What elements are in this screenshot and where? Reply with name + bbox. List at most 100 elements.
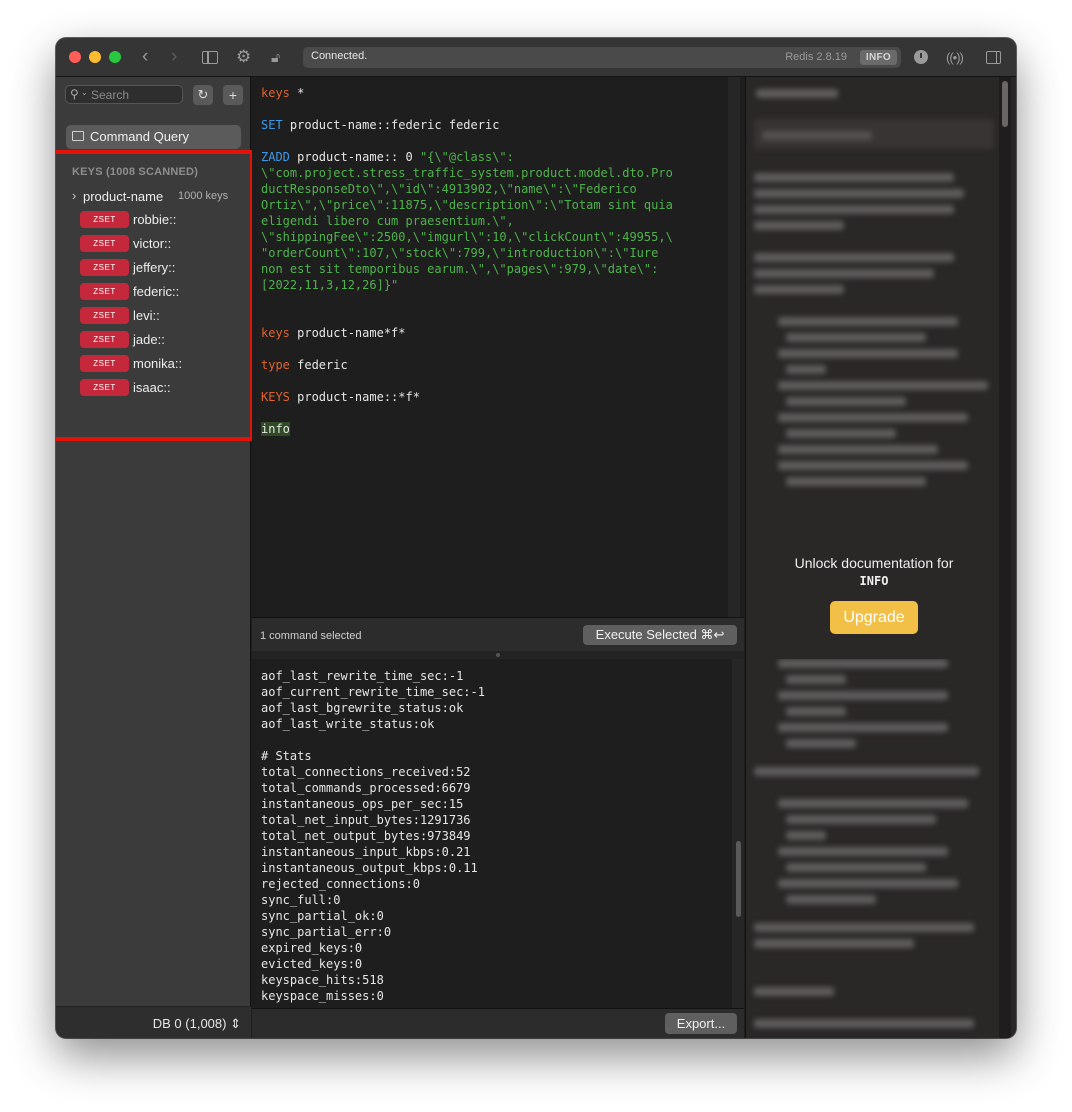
output-line: aof_last_rewrite_time_sec:-1 (261, 669, 464, 683)
add-key-button[interactable]: + (223, 85, 243, 105)
close-window-button[interactable] (69, 51, 81, 63)
key-type-badge: ZSET (80, 259, 129, 276)
command-query-label: Command Query (90, 129, 189, 144)
json-string-line: \"com.project.stress_traffic_system.prod… (261, 166, 673, 180)
output-scroll-thumb[interactable] (736, 841, 741, 917)
output-line: instantaneous_input_kbps:0.21 (261, 845, 471, 859)
key-item[interactable]: ZSET monika:: (80, 355, 240, 373)
docs-scroll-thumb[interactable] (1002, 81, 1008, 127)
key-type-badge: ZSET (80, 307, 129, 324)
results-output[interactable]: aof_last_rewrite_time_sec:-1 aof_current… (252, 659, 732, 1008)
key-name: levi:: (133, 308, 160, 323)
upgrade-prompt: Unlock documentation for INFO Upgrade (760, 539, 988, 659)
minimize-window-button[interactable] (89, 51, 101, 63)
editor-line[interactable]: keys product-name*f* (261, 325, 721, 341)
gear-icon[interactable]: ⚙ (236, 47, 251, 67)
output-line: rejected_connections:0 (261, 877, 420, 891)
json-string-line: eligendi libero cum praesentium.\", (261, 214, 514, 228)
documentation-panel: Unlock documentation for INFO Upgrade (745, 77, 1016, 1038)
chevron-right-icon[interactable]: › (171, 47, 177, 67)
folder-name: product-name (83, 189, 164, 204)
keys-header: KEYS (1008 SCANNED) (72, 166, 199, 178)
command-editor[interactable]: keys * SET product-name::federic federic… (252, 77, 740, 617)
search-box[interactable]: ⚲ ⌄ (65, 85, 183, 104)
json-string-line: [2022,11,3,12,26]}" (261, 278, 399, 292)
command-args: product-name:: 0 (289, 150, 420, 164)
editor-line-selected[interactable]: info (261, 421, 721, 437)
command-args: federic (289, 358, 348, 372)
key-type-badge: ZSET (80, 331, 129, 348)
database-selector[interactable]: DB 0 (1,008) ⇕ (153, 1016, 241, 1032)
key-name: robbie:: (133, 212, 177, 227)
key-item[interactable]: ZSET jade:: (80, 331, 240, 349)
upgrade-prompt-command: INFO (859, 574, 889, 588)
drag-handle[interactable] (496, 653, 500, 657)
split-divider[interactable] (252, 651, 744, 659)
execute-selected-button[interactable]: Execute Selected ⌘↩ (583, 625, 737, 645)
upgrade-button[interactable]: Upgrade (830, 601, 918, 634)
output-line: total_connections_received:52 (261, 765, 471, 779)
key-type-badge: ZSET (80, 235, 129, 252)
refresh-button[interactable]: ↻ (193, 85, 213, 105)
command-args: * (289, 86, 305, 100)
output-line: expired_keys:0 (261, 941, 363, 955)
output-line: total_commands_processed:6679 (261, 781, 471, 795)
lock-icon[interactable]: 🔓︎ (271, 47, 280, 67)
key-item[interactable]: ZSET federic:: (80, 283, 240, 301)
key-name: jeffery:: (133, 260, 176, 275)
key-type-badge: ZSET (80, 379, 129, 396)
docs-scrollbar[interactable] (999, 77, 1011, 1038)
output-line: instantaneous_output_kbps:0.11 (261, 861, 478, 875)
key-item[interactable]: ZSET jeffery:: (80, 259, 240, 277)
output-text: aof_last_rewrite_time_sec:-1 aof_current… (261, 668, 721, 1004)
json-string-line: non est sit temporibus earum.\",\"pages\… (261, 262, 659, 276)
command-args: product-name::*f* (289, 390, 420, 404)
editor-code[interactable]: keys * SET product-name::federic federic… (261, 85, 721, 437)
json-string-line: \"shippingFee\":2500,\"imgurl\":10,\"cli… (261, 230, 673, 244)
output-line: keyspace_hits:518 (261, 973, 384, 987)
clock-icon[interactable] (914, 50, 928, 64)
output-line: sync_full:0 (261, 893, 341, 907)
sidebar-icon[interactable] (202, 51, 218, 64)
search-icon: ⚲ (70, 87, 79, 101)
key-folder-product-name[interactable]: › product-name 1000 keys (72, 188, 242, 205)
app-window: ‹ › ⚙ 🔓︎ Connected. Redis 2.8.19 INFO ((… (56, 38, 1016, 1038)
chevron-left-icon[interactable]: ‹ (142, 47, 148, 67)
selection-status: 1 command selected (260, 630, 362, 642)
key-type-badge: ZSET (80, 355, 129, 372)
connection-status-bar: Connected. Redis 2.8.19 INFO (303, 47, 901, 68)
json-string-line: "orderCount\":107,\"stock\":799,\"introd… (261, 246, 659, 260)
chevron-down-icon: ⌄ (81, 88, 88, 97)
zoom-window-button[interactable] (109, 51, 121, 63)
command-mode-badge: INFO (859, 50, 897, 65)
output-line: aof_last_write_status:ok (261, 717, 435, 731)
command-keyword: keys (261, 326, 290, 340)
editor-line[interactable]: type federic (261, 357, 721, 373)
broadcast-icon[interactable]: ((•)) (946, 48, 964, 68)
key-item[interactable]: ZSET isaac:: (80, 379, 240, 397)
editor-line[interactable]: KEYS product-name::*f* (261, 389, 721, 405)
json-string-line: Ortiz\",\"price\":11875,\"description\":… (261, 198, 673, 212)
key-name: monika:: (133, 356, 183, 371)
command-query-item[interactable]: Command Query (66, 125, 241, 149)
editor-scrollbar[interactable] (728, 77, 740, 617)
export-button[interactable]: Export... (665, 1013, 737, 1034)
search-input[interactable] (91, 87, 179, 102)
upgrade-prompt-title: Unlock documentation for (794, 555, 954, 571)
output-line: aof_last_bgrewrite_status:ok (261, 701, 464, 715)
output-line: sync_partial_err:0 (261, 925, 392, 939)
key-item[interactable]: ZSET levi:: (80, 307, 240, 325)
key-item[interactable]: ZSET victor:: (80, 235, 240, 253)
panel-icon[interactable] (986, 51, 1001, 64)
folder-key-count: 1000 keys (178, 190, 229, 202)
output-line: total_net_output_bytes:973849 (261, 829, 471, 843)
command-keyword: KEYS (261, 390, 290, 404)
key-type-badge: ZSET (80, 211, 129, 228)
editor-line[interactable]: SET product-name::federic federic (261, 117, 721, 133)
up-down-chevron-icon: ⇕ (230, 1016, 241, 1031)
chevron-right-icon[interactable]: › (72, 188, 76, 203)
editor-line[interactable]: ZADD product-name:: 0 "{\"@class\": (261, 149, 721, 165)
editor-line[interactable]: keys * (261, 85, 721, 101)
output-scrollbar[interactable] (732, 659, 744, 1008)
key-item[interactable]: ZSET robbie:: (80, 211, 240, 229)
